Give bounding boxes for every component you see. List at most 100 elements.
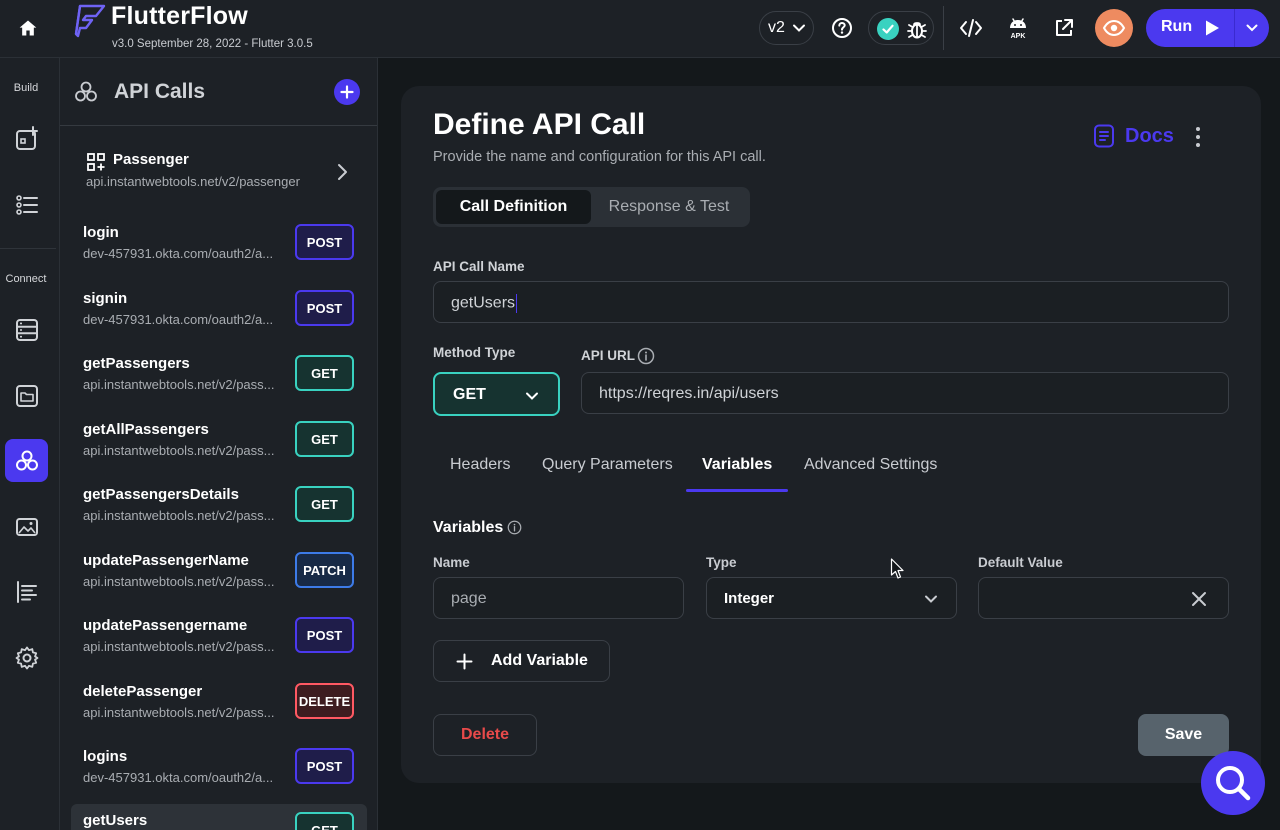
api-item[interactable]: updatePassengername api.instantwebtools.… <box>71 609 367 669</box>
chevron-down-icon <box>792 24 805 32</box>
column-type-label: Type <box>706 555 737 570</box>
docs-link[interactable]: Docs <box>1093 124 1174 148</box>
api-item-name: getAllPassengers <box>83 421 209 438</box>
api-item-url: api.instantwebtools.net/v2/pass... <box>83 508 275 523</box>
column-default-label: Default Value <box>978 555 1063 570</box>
group-url: api.instantwebtools.net/v2/passenger <box>86 174 300 189</box>
api-item-name: updatePassengerName <box>83 552 249 569</box>
method-badge: PATCH <box>295 552 354 588</box>
method-type-select[interactable]: GET <box>433 372 560 416</box>
database-icon[interactable] <box>5 308 48 351</box>
variable-name-value: page <box>451 590 487 607</box>
open-external-icon[interactable] <box>1050 14 1078 42</box>
save-button[interactable]: Save <box>1138 714 1229 756</box>
tab-call-definition[interactable]: Call Definition <box>436 190 591 224</box>
api-item[interactable]: updatePassengerName api.instantwebtools.… <box>71 544 367 604</box>
api-item[interactable]: logins dev-457931.okta.com/oauth2/a... P… <box>71 740 367 800</box>
tab-variables[interactable]: Variables <box>702 456 772 474</box>
branch-selector[interactable]: v2 <box>759 11 814 45</box>
api-item[interactable]: login dev-457931.okta.com/oauth2/a... PO… <box>71 216 367 276</box>
method-type-value: GET <box>453 386 486 403</box>
api-item[interactable]: getAllPassengers api.instantwebtools.net… <box>71 413 367 473</box>
config-tabs: Headers Query Parameters Variables Advan… <box>433 442 953 494</box>
delete-button[interactable]: Delete <box>433 714 537 756</box>
chevron-down-icon[interactable] <box>1244 20 1260 36</box>
docs-label: Docs <box>1125 124 1174 147</box>
api-call-name-input[interactable]: getUsers <box>433 281 1229 323</box>
custom-code-icon[interactable] <box>5 570 48 613</box>
list-icon[interactable] <box>5 183 48 226</box>
help-icon[interactable] <box>828 14 856 42</box>
search-help-button[interactable] <box>1201 751 1265 815</box>
app-title: FlutterFlow <box>111 2 248 30</box>
svg-text:APK: APK <box>1011 33 1026 40</box>
add-widget-icon[interactable] <box>5 117 48 160</box>
api-url-input[interactable]: https://reqres.in/api/users <box>581 372 1229 414</box>
rail-label-build: Build <box>13 82 39 94</box>
toolbar-divider <box>943 6 944 50</box>
play-icon <box>1206 20 1219 36</box>
tab-response-test[interactable]: Response & Test <box>591 190 747 224</box>
add-api-call-button[interactable] <box>334 79 360 105</box>
info-icon[interactable] <box>637 347 655 365</box>
method-badge: POST <box>295 748 354 784</box>
variable-name-input[interactable]: page <box>433 577 684 619</box>
api-item[interactable]: getPassengersDetails api.instantwebtools… <box>71 478 367 538</box>
definition-segmented-control: Call Definition Response & Test <box>433 187 750 227</box>
media-icon[interactable] <box>5 505 48 548</box>
api-item-name: getPassengers <box>83 355 190 372</box>
api-item[interactable]: deletePassenger api.instantwebtools.net/… <box>71 675 367 735</box>
tab-query-parameters[interactable]: Query Parameters <box>542 456 673 474</box>
api-item-selected[interactable]: getUsers GET <box>71 804 367 830</box>
active-tab-indicator <box>686 489 788 492</box>
sidebar-title: API Calls <box>114 80 206 103</box>
folder-icon[interactable] <box>5 374 48 417</box>
more-vertical-icon[interactable] <box>1194 126 1202 148</box>
android-apk-icon[interactable]: APK <box>1004 14 1032 42</box>
method-badge: GET <box>295 355 354 391</box>
method-badge: DELETE <box>295 683 354 719</box>
api-calls-sidebar: API Calls Passenger api.instantwebtools.… <box>60 58 378 830</box>
api-item-url: api.instantwebtools.net/v2/pass... <box>83 639 275 654</box>
api-item-url: dev-457931.okta.com/oauth2/a... <box>83 246 274 261</box>
api-item[interactable]: getPassengers api.instantwebtools.net/v2… <box>71 347 367 407</box>
api-item-url: api.instantwebtools.net/v2/pass... <box>83 574 275 589</box>
status-pill[interactable] <box>868 11 934 45</box>
api-item-name: logins <box>83 748 128 765</box>
api-item-url: dev-457931.okta.com/oauth2/a... <box>83 770 274 785</box>
group-name: Passenger <box>113 151 189 168</box>
chevron-down-icon <box>526 392 538 400</box>
info-icon[interactable] <box>507 520 522 535</box>
column-name-label: Name <box>433 555 470 570</box>
method-badge: POST <box>295 617 354 653</box>
code-icon[interactable] <box>957 14 985 42</box>
add-variable-label: Add Variable <box>491 652 588 669</box>
run-label: Run <box>1161 18 1193 35</box>
run-button[interactable]: Run <box>1146 9 1269 47</box>
variable-default-input[interactable] <box>978 577 1229 619</box>
settings-icon[interactable] <box>5 636 48 679</box>
api-url-label: API URL <box>581 348 635 363</box>
variable-type-select[interactable]: Integer <box>706 577 957 619</box>
api-icon[interactable] <box>5 439 48 482</box>
rail-divider <box>0 248 56 249</box>
tab-headers[interactable]: Headers <box>450 456 510 474</box>
chevron-right-icon[interactable] <box>334 162 350 182</box>
api-item-name: signin <box>83 290 128 307</box>
api-item[interactable]: signin dev-457931.okta.com/oauth2/a... P… <box>71 282 367 342</box>
home-icon[interactable] <box>14 14 42 42</box>
page-subtitle: Provide the name and configuration for t… <box>433 149 766 165</box>
tab-advanced-settings[interactable]: Advanced Settings <box>804 456 937 474</box>
rail-label-connect: Connect <box>5 273 47 285</box>
preview-eye-icon[interactable] <box>1095 9 1133 47</box>
api-group-passenger[interactable]: Passenger api.instantwebtools.net/v2/pas… <box>60 126 377 196</box>
sidebar-header: API Calls <box>60 58 377 126</box>
add-variable-button[interactable]: Add Variable <box>433 640 610 682</box>
variable-type-value: Integer <box>724 590 775 607</box>
nav-rail: Build Connect <box>0 58 60 830</box>
close-icon[interactable] <box>1189 589 1209 609</box>
variables-section-title: Variables <box>433 519 504 536</box>
bug-icon[interactable] <box>905 17 929 41</box>
method-badge: GET <box>295 421 354 457</box>
api-item-name: updatePassengername <box>83 617 248 634</box>
